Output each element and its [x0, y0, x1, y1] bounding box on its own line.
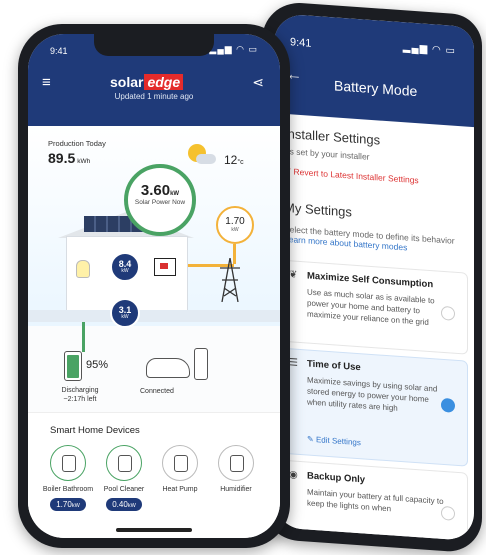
- mode-option-max-self-consumption[interactable]: ❦ Maximize Self Consumption Use as much …: [280, 259, 468, 355]
- battery-mode-header: 9:41 ▂▄▆ ◠ ▭ ← Battery Mode: [274, 13, 474, 128]
- device-name: Pool Cleaner: [103, 486, 145, 493]
- battery-percent: 95%: [86, 359, 109, 371]
- battery-mode-body: Installer Settings As set by your instal…: [274, 113, 474, 542]
- production-value: 89.5 kWh: [48, 150, 90, 166]
- option-desc: Use as much solar as is available to pow…: [307, 287, 435, 327]
- updated-status: Updated 1 minute ago: [114, 92, 194, 101]
- humidifier-icon: [218, 445, 254, 481]
- option-desc: Maintain your battery at full capacity t…: [307, 487, 444, 514]
- my-settings-desc: Select the battery mode to define its be…: [284, 224, 464, 257]
- lightbulb-icon: [76, 260, 90, 278]
- devices-title: Smart Home Devices: [50, 425, 140, 436]
- solar-power-circle[interactable]: 3.60kW Solar Power Now: [124, 164, 196, 236]
- option-title: Backup Only: [307, 470, 366, 486]
- solar-power-number: 3.60: [140, 182, 171, 199]
- production-label: Production Today: [48, 139, 106, 148]
- battery-fill: [67, 355, 79, 378]
- edit-settings-label: Edit Settings: [315, 435, 361, 448]
- battery-mode-screen: 9:41 ▂▄▆ ◠ ▭ ← Battery Mode Installer Se…: [274, 13, 474, 542]
- mode-option-backup-only[interactable]: ◉ Backup Only Maintain your battery at f…: [280, 459, 468, 542]
- inverter-icon: [154, 258, 176, 276]
- power-tower-icon: [220, 258, 240, 302]
- status-time: 9:41: [50, 46, 68, 56]
- pool-cleaner-icon: [106, 445, 142, 481]
- front-phone: 9:41 ▂▄▆ ◠ ▭ ≡ solar edge ⋖ Updated 1 min…: [18, 24, 290, 548]
- share-icon[interactable]: ⋖: [252, 74, 264, 91]
- device-power-badge: 1.70kW: [50, 498, 86, 511]
- grid-power-value: 1.70: [225, 216, 245, 227]
- heat-pump-icon: [162, 445, 198, 481]
- ev-charger-icon: [194, 348, 208, 380]
- installer-settings-sub: As set by your installer: [284, 145, 370, 162]
- dashboard-screen: 9:41 ▂▄▆ ◠ ▭ ≡ solar edge ⋖ Updated 1 min…: [28, 34, 280, 538]
- option-radio[interactable]: [441, 305, 455, 321]
- home-flow-circle[interactable]: 8.4 kW: [110, 252, 140, 282]
- option-desc: Maximize savings by using solar and stor…: [307, 375, 438, 413]
- device-power-badge: 0.40kW: [106, 498, 142, 511]
- temperature-unit: °c: [237, 159, 244, 166]
- battery-status: Discharging ~2:17h left: [61, 387, 99, 403]
- option-radio[interactable]: [441, 505, 455, 521]
- battery-icon[interactable]: [64, 351, 82, 381]
- temperature-value: 12: [224, 153, 238, 167]
- installer-settings-heading: Installer Settings: [284, 125, 381, 148]
- solar-power-unit: kW: [170, 191, 180, 197]
- solar-power-label: Solar Power Now: [134, 199, 186, 206]
- page-title: Battery Mode: [334, 77, 418, 100]
- leaf-icon: ❦: [289, 269, 298, 281]
- revert-button[interactable]: ↺ Revert to Latest Installer Settings: [284, 166, 419, 186]
- edit-settings-link[interactable]: ✎ Edit Settings: [307, 434, 361, 447]
- menu-icon[interactable]: ≡: [42, 74, 51, 91]
- edit-icon: ✎: [307, 434, 316, 445]
- energy-flow-panel: Production Today 89.5 kWh 12°c 3.60kW So…: [28, 126, 280, 352]
- device-power-value: 0.40: [112, 500, 128, 509]
- device-power-unit: kW: [71, 503, 80, 509]
- solar-power-value: 3.60kW: [128, 182, 192, 199]
- device-heat-pump[interactable]: Heat Pump: [152, 445, 208, 494]
- cloud-icon: [196, 154, 216, 164]
- device-boiler[interactable]: Boiler Bathroom 1.70kW: [40, 445, 96, 512]
- boiler-icon: [50, 445, 86, 481]
- status-icons: ▂▄▆ ◠ ▭: [209, 44, 258, 54]
- brand-text-a: solar: [110, 74, 144, 90]
- device-name: Heat Pump: [162, 486, 198, 493]
- option-title: Time of Use: [307, 358, 361, 374]
- dashboard-content: Production Today 89.5 kWh 12°c 3.60kW So…: [28, 126, 280, 538]
- grid-power-unit: kW: [231, 227, 239, 233]
- notch: [94, 34, 214, 56]
- device-power-unit: kW: [127, 503, 136, 509]
- revert-label: Revert to Latest Installer Settings: [293, 166, 419, 186]
- mode-option-time-of-use[interactable]: ☰ Time of Use Maximize savings by using …: [280, 347, 468, 467]
- my-settings-heading: My Settings: [284, 199, 352, 220]
- brand-text-b: edge: [144, 74, 184, 90]
- battery-flow-circle[interactable]: 3.1 kW: [110, 298, 140, 328]
- car-status: Connected: [140, 388, 174, 395]
- production-number: 89.5: [48, 150, 76, 166]
- home-flow-unit: kW: [121, 268, 129, 274]
- device-pool-cleaner[interactable]: Pool Cleaner 0.40kW: [96, 445, 152, 512]
- temperature: 12°c: [224, 153, 244, 167]
- device-name: Boiler Bathroom: [42, 486, 94, 493]
- shield-icon: ◉: [289, 469, 298, 481]
- device-humidifier[interactable]: Humidifier: [208, 445, 264, 494]
- back-phone: 9:41 ▂▄▆ ◠ ▭ ← Battery Mode Installer Se…: [262, 0, 482, 554]
- ground: [28, 310, 280, 322]
- status-icons: ▂▄▆ ◠ ▭: [402, 42, 456, 57]
- battery-flow-unit: kW: [121, 314, 129, 320]
- home-indicator: [116, 528, 192, 532]
- status-time: 9:41: [290, 36, 312, 50]
- stack-icon: ☰: [289, 357, 298, 369]
- smart-home-devices: Smart Home Devices Boiler Bathroom 1.70k…: [28, 412, 280, 538]
- grid-power-circle[interactable]: 1.70 kW: [216, 206, 254, 244]
- brand-logo: solar edge: [110, 74, 184, 90]
- car-icon[interactable]: [146, 358, 190, 378]
- option-radio-selected[interactable]: [441, 397, 455, 413]
- device-power-value: 1.70: [56, 500, 72, 509]
- device-name: Humidifier: [220, 486, 252, 493]
- production-unit: kWh: [77, 158, 91, 165]
